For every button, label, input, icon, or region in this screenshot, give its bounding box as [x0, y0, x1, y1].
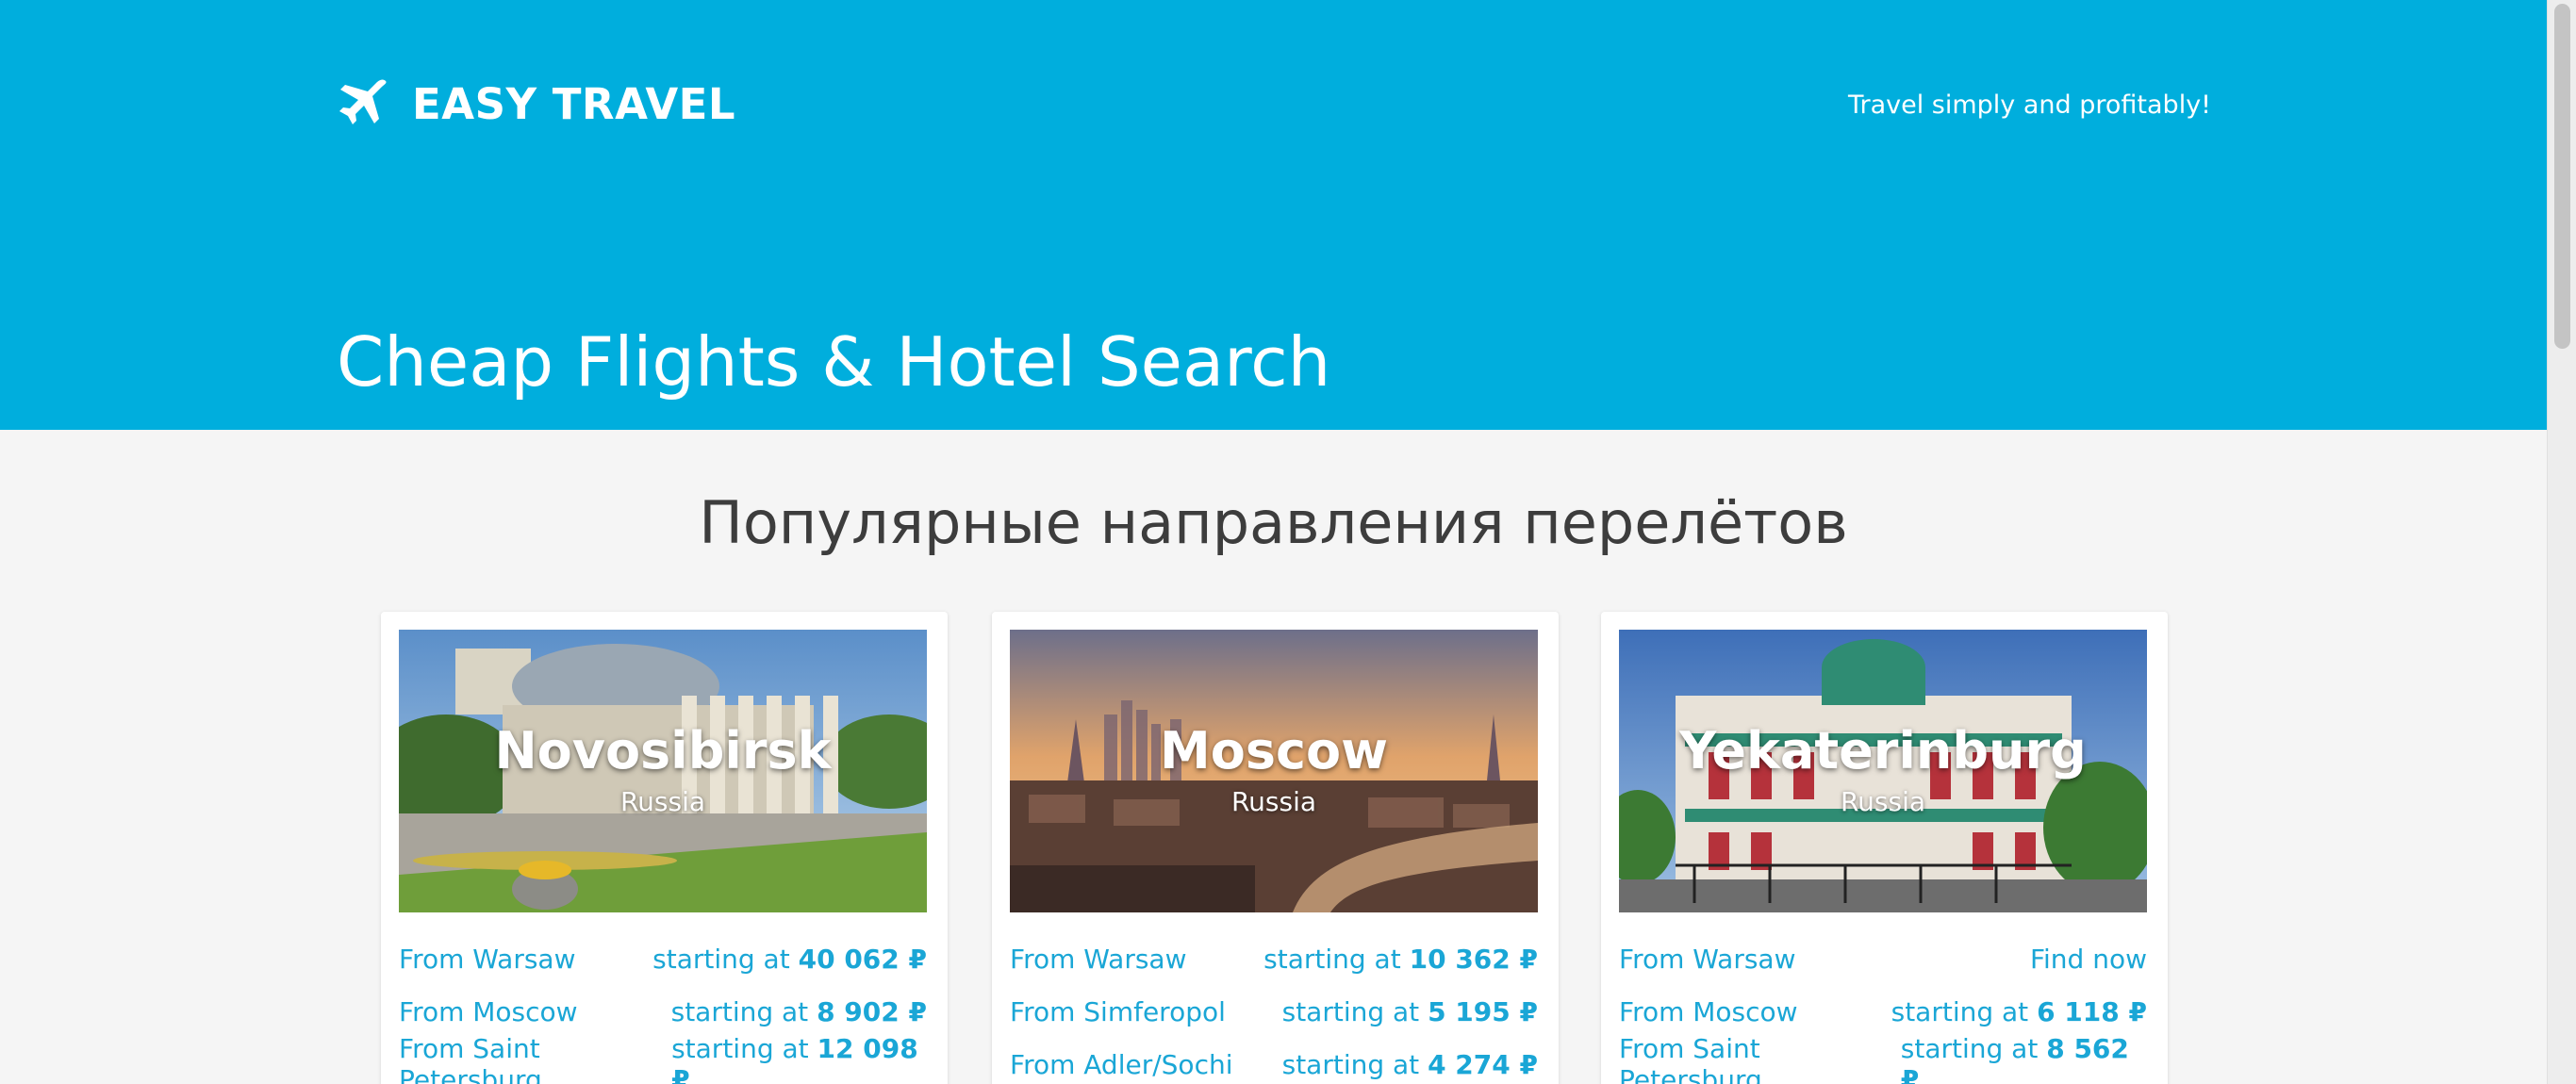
route-price: Find now [2029, 943, 2147, 975]
route-price: starting at 8 902 ₽ [670, 995, 927, 1027]
airplane-icon [337, 77, 389, 130]
hero-title: Cheap Flights & Hotel Search [337, 322, 1331, 402]
route-list: From Warsaw starting at 40 062 ₽ From Mo… [399, 932, 927, 1084]
scrollbar-thumb[interactable] [2554, 4, 2570, 349]
route-origin: From Adler/Sochi [1010, 1048, 1233, 1080]
route-price: starting at 6 118 ₽ [1891, 995, 2147, 1027]
route-price: starting at 12 098 ₽ [671, 1033, 918, 1084]
route-origin: From Simferopol [1010, 995, 1226, 1027]
route-price: starting at 8 562 ₽ [1900, 1033, 2129, 1084]
route-link[interactable]: From Saint Petersburg starting at 8 562 … [1619, 1033, 2147, 1084]
destination-image[interactable]: Moscow Russia [1010, 630, 1538, 912]
route-origin: From Moscow [399, 995, 578, 1027]
hero-header: EASY TRAVEL Travel simply and profitably… [0, 0, 2547, 430]
section-title: Популярные направления перелётов [699, 488, 1848, 557]
page-scrollbar[interactable] [2547, 0, 2576, 1084]
city-name: Moscow [1160, 721, 1388, 780]
route-list: From Warsaw starting at 10 362 ₽ From Si… [1010, 932, 1538, 1084]
logo-link[interactable]: EASY TRAVEL [337, 77, 735, 130]
country-name: Russia [1840, 786, 1926, 817]
destination-image[interactable]: Novosibirsk Russia [399, 630, 927, 912]
route-origin: From Warsaw [399, 943, 576, 975]
route-price: starting at 4 274 ₽ [1281, 1048, 1538, 1080]
destination-card-moscow[interactable]: Moscow Russia From Warsaw starting at 10… [992, 612, 1559, 1084]
route-link[interactable]: From Warsaw starting at 10 362 ₽ [1010, 932, 1538, 985]
route-link[interactable]: From Warsaw starting at 40 062 ₽ [399, 932, 927, 985]
route-link[interactable]: From Simferopol starting at 5 195 ₽ [1010, 985, 1538, 1038]
route-link[interactable]: From Adler/Sochi starting at 4 274 ₽ [1010, 1038, 1538, 1084]
city-name: Novosibirsk [494, 721, 832, 780]
route-link[interactable]: From Moscow starting at 6 118 ₽ [1619, 985, 2147, 1038]
tagline: Travel simply and profitably! [1847, 90, 2211, 120]
city-name: Yekaterinburg [1679, 721, 2087, 780]
route-origin: From Saint Petersburg [399, 1033, 542, 1084]
route-link[interactable]: From Warsaw Find now [1619, 932, 2147, 985]
route-origin: From Saint Petersburg [1619, 1033, 1762, 1084]
destination-card-yekaterinburg[interactable]: Yekaterinburg Russia From Warsaw Find no… [1601, 612, 2168, 1084]
route-origin: From Warsaw [1619, 943, 1796, 975]
route-price: starting at 40 062 ₽ [652, 943, 927, 975]
country-name: Russia [619, 786, 706, 817]
destination-card-novosibirsk[interactable]: Novosibirsk Russia From Warsaw starting … [381, 612, 948, 1084]
route-price: starting at 5 195 ₽ [1281, 995, 1538, 1027]
country-name: Russia [1230, 786, 1317, 817]
route-link[interactable]: From Saint Petersburg starting at 12 098… [399, 1033, 927, 1084]
route-link[interactable]: From Moscow starting at 8 902 ₽ [399, 985, 927, 1038]
destination-image[interactable]: Yekaterinburg Russia [1619, 630, 2147, 912]
route-list: From Warsaw Find now From Moscow startin… [1619, 932, 2147, 1084]
logo-text: EASY TRAVEL [412, 78, 736, 129]
route-price: starting at 10 362 ₽ [1263, 943, 1538, 975]
route-origin: From Moscow [1619, 995, 1798, 1027]
route-origin: From Warsaw [1010, 943, 1187, 975]
